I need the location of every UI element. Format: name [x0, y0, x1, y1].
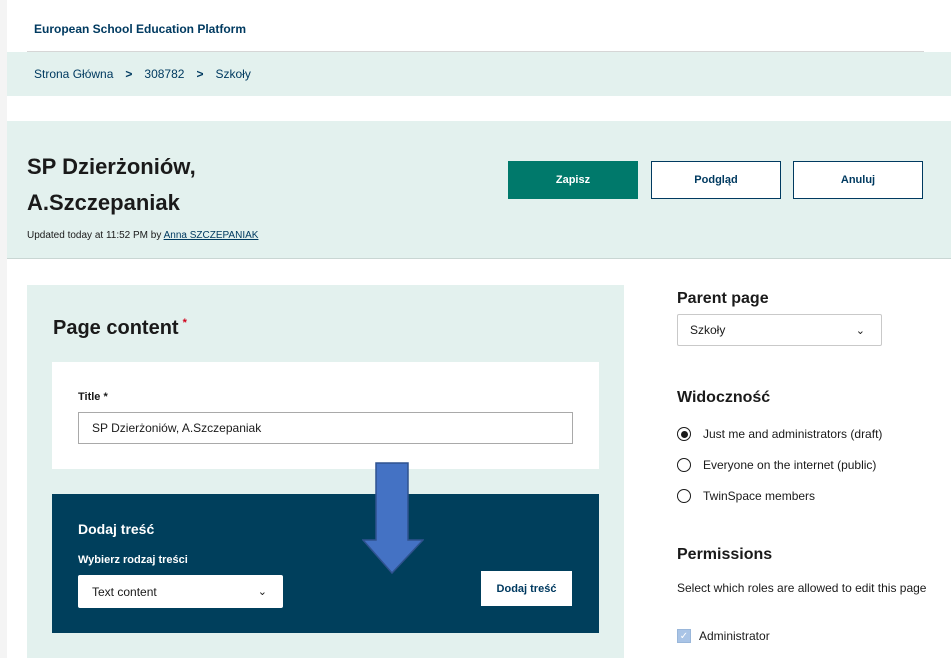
breadcrumb-item-schools[interactable]: Szkoły: [215, 67, 250, 81]
title-card: Title * SP Dzierżoniów, A.Szczepaniak: [52, 362, 599, 469]
checkbox-administrator[interactable]: ✓ Administrator: [677, 629, 770, 643]
radio-unselected-icon: [677, 458, 691, 472]
breadcrumb-home[interactable]: Strona Główna: [34, 67, 113, 81]
radio-draft[interactable]: Just me and administrators (draft): [677, 427, 882, 441]
page-content-title-text: Page content: [53, 317, 179, 339]
permissions-description: Select which roles are allowed to edit t…: [677, 581, 927, 595]
author-link[interactable]: Anna SZCZEPANIAK: [164, 230, 259, 241]
add-content-button[interactable]: Dodaj treść: [481, 571, 572, 606]
sidebar: Parent page Szkoły ⌄ Widoczność Just me …: [677, 290, 937, 643]
radio-twinspace[interactable]: TwinSpace members: [677, 489, 815, 503]
save-button[interactable]: Zapisz: [508, 161, 638, 199]
top-bar: European School Education Platform: [7, 0, 951, 52]
site-brand[interactable]: European School Education Platform: [34, 22, 246, 36]
add-content-box: Dodaj treść Wybierz rodzaj treści Text c…: [52, 494, 599, 633]
down-arrow-icon: [362, 462, 424, 574]
radio-public[interactable]: Everyone on the internet (public): [677, 458, 876, 472]
add-content-heading: Dodaj treść: [78, 521, 155, 537]
parent-page-select[interactable]: Szkoły ⌄: [677, 314, 882, 346]
page-title: SP Dzierżoniów, A.Szczepaniak: [27, 154, 196, 215]
permissions-title: Permissions: [677, 546, 773, 563]
chevron-down-icon: ⌄: [855, 324, 865, 337]
breadcrumb: Strona Główna > 308782 > Szkoły: [7, 52, 951, 96]
checkbox-checked-icon: ✓: [677, 629, 691, 643]
radio-label: TwinSpace members: [703, 489, 816, 503]
breadcrumb-separator: >: [125, 67, 133, 81]
title-label: Title *: [78, 391, 108, 403]
radio-selected-icon: [677, 427, 691, 441]
page-header: SP Dzierżoniów, A.Szczepaniak Updated to…: [7, 121, 951, 259]
radio-label: Everyone on the internet (public): [703, 458, 877, 472]
required-mark: *: [182, 317, 187, 329]
updated-info: Updated today at 11:52 PM by Anna SZCZEP…: [27, 230, 258, 241]
page-content-panel: Page content * Title * SP Dzierżoniów, A.…: [27, 285, 624, 658]
preview-button[interactable]: Podgląd: [651, 161, 781, 199]
cancel-button[interactable]: Anuluj: [793, 161, 923, 199]
content-type-value: Text content: [92, 584, 157, 599]
parent-page-value: Szkoły: [690, 323, 726, 337]
visibility-title: Widoczność: [677, 389, 771, 406]
radio-label: Just me and administrators (draft): [703, 427, 883, 441]
breadcrumb-item-id[interactable]: 308782: [144, 67, 184, 81]
updated-text: Updated today at 11:52 PM by: [27, 230, 162, 241]
content-type-label: Wybierz rodzaj treści: [78, 554, 188, 566]
breadcrumb-separator: >: [196, 67, 204, 81]
title-input[interactable]: SP Dzierżoniów, A.Szczepaniak: [78, 412, 573, 444]
radio-unselected-icon: [677, 489, 691, 503]
parent-page-title: Parent page: [677, 290, 769, 307]
content-type-select[interactable]: Text content ⌄: [78, 575, 283, 608]
chevron-down-icon: ⌄: [257, 586, 267, 598]
checkbox-label: Administrator: [699, 629, 770, 643]
page-content-title: Page content *: [53, 317, 187, 340]
